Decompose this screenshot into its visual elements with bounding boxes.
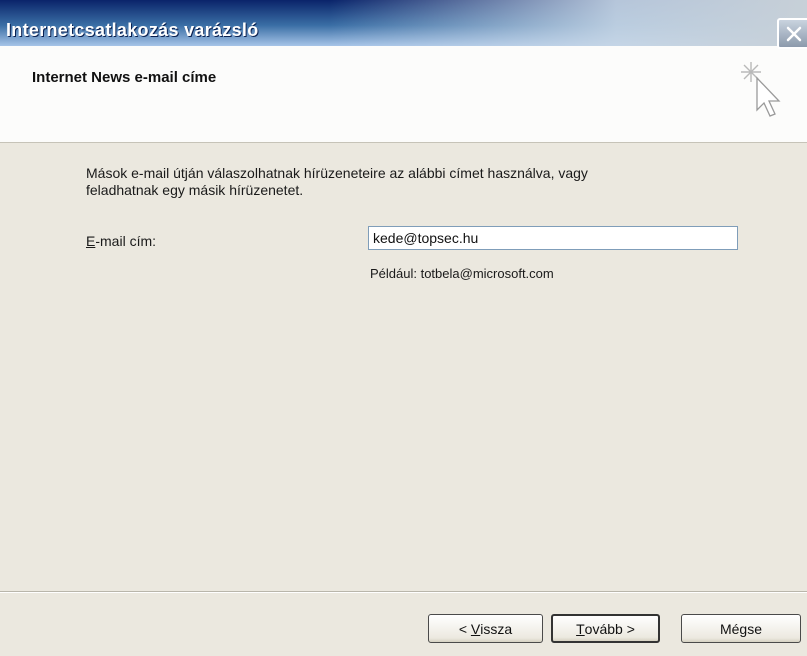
back-button-prefix: <	[458, 620, 471, 637]
description-line-2: feladhatnak egy másik hírüzenetet.	[86, 182, 304, 198]
back-button-mnemonic: V	[470, 620, 481, 637]
wizard-content: Mások e-mail útján válaszolhatnak hírüze…	[0, 143, 807, 591]
wizard-cursor-icon	[741, 62, 781, 117]
window-title: Internetcsatlakozás varázsló	[6, 20, 259, 40]
description-line-1: Mások e-mail útján válaszolhatnak hírüze…	[86, 165, 588, 181]
wizard-window: Internetcsatlakozás varázsló Internet Ne…	[0, 0, 807, 656]
next-button-label: ovább >	[584, 620, 635, 637]
example-text: Például: totbela@microsoft.com	[370, 266, 554, 281]
description: Mások e-mail útján válaszolhatnak hírüze…	[86, 165, 726, 199]
back-button[interactable]: < Vissza	[428, 614, 543, 643]
title-bar[interactable]: Internetcsatlakozás varázsló	[0, 0, 807, 49]
email-label-text: -mail cím:	[95, 233, 157, 249]
wizard-footer: < Vissza Tovább > Mégse	[0, 591, 807, 656]
page-title: Internet News e-mail címe	[32, 69, 217, 86]
next-button[interactable]: Tovább >	[551, 614, 660, 643]
close-button[interactable]	[777, 18, 807, 49]
email-label-mnemonic: E	[86, 233, 96, 249]
email-field[interactable]	[368, 226, 738, 250]
next-button-mnemonic: T	[576, 620, 585, 637]
email-label: E-mail cím:	[86, 233, 156, 249]
back-button-label: issza	[480, 620, 513, 637]
close-icon	[786, 26, 802, 41]
cancel-button-label: Mégse	[719, 620, 763, 637]
wizard-header: Internet News e-mail címe	[0, 46, 807, 143]
cancel-button[interactable]: Mégse	[681, 614, 801, 643]
